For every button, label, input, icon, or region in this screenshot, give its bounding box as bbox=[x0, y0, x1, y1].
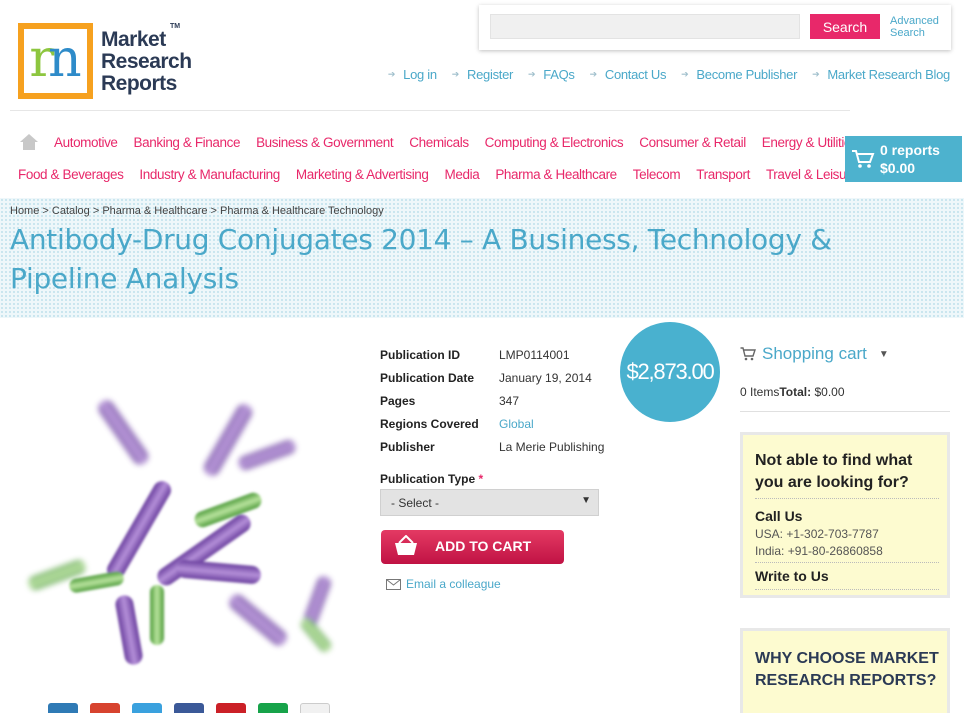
top-links: ➔ Log in ➔ Register ➔ FAQs ➔ Contact Us ➔ Bec… bbox=[388, 67, 950, 82]
usa-phone: USA: +1-302-703-7787 bbox=[755, 527, 879, 541]
nav-business-government[interactable]: Business & Government bbox=[256, 135, 394, 150]
add-to-cart-button[interactable]: ADD TO CART bbox=[381, 530, 564, 564]
category-nav-row-2: Food & Beverages Industry & Manufacturin… bbox=[18, 167, 858, 182]
nav-banking-finance[interactable]: Banking & Finance bbox=[134, 135, 241, 150]
social-share-bar bbox=[48, 703, 330, 713]
why-choose-box: WHY CHOOSE MARKET RESEARCH REPORTS? bbox=[740, 628, 950, 713]
detail-row: Pages 347 bbox=[380, 394, 520, 408]
site-logo[interactable]: rn Market Research Reports TM bbox=[18, 23, 198, 103]
nav-chemicals[interactable]: Chemicals bbox=[409, 135, 469, 150]
gplus-button-icon[interactable] bbox=[300, 703, 330, 713]
search-box: Search Advanced Search bbox=[479, 5, 951, 50]
linkedin-icon[interactable] bbox=[48, 703, 78, 713]
breadcrumb[interactable]: Home > Catalog > Pharma & Healthcare > P… bbox=[10, 205, 384, 217]
become-publisher-link[interactable]: ➔ Become Publisher bbox=[681, 67, 797, 82]
arrow-icon: ➔ bbox=[387, 69, 396, 79]
cart-total: $0.00 bbox=[880, 160, 916, 176]
nav-consumer-retail[interactable]: Consumer & Retail bbox=[639, 135, 746, 150]
advanced-search-link[interactable]: Advanced Search bbox=[890, 15, 946, 39]
nav-food-beverages[interactable]: Food & Beverages bbox=[18, 167, 124, 182]
publication-type-label: Publication Type * bbox=[380, 472, 484, 486]
india-phone: India: +91-80-26860858 bbox=[755, 544, 883, 558]
nav-automotive[interactable]: Automotive bbox=[54, 135, 118, 150]
arrow-icon: ➔ bbox=[589, 69, 598, 79]
pinterest-icon[interactable] bbox=[216, 703, 246, 713]
detail-row: Regions Covered Global bbox=[380, 413, 604, 436]
nav-pharma-healthcare[interactable]: Pharma & Healthcare bbox=[495, 167, 617, 182]
header-cart-button[interactable]: 0 reports $0.00 bbox=[845, 136, 962, 182]
product-details: Publication ID LMP0114001 Publication Dat… bbox=[380, 344, 604, 459]
help-question: Not able to find what you are looking fo… bbox=[755, 452, 913, 491]
detail-row: Publication Date January 19, 2014 bbox=[380, 371, 592, 385]
email-colleague-link[interactable]: Email a colleague bbox=[386, 577, 501, 591]
chevron-down-icon: ▼ bbox=[878, 348, 889, 360]
home-icon[interactable] bbox=[19, 133, 39, 151]
logo-text: Market Research Reports bbox=[101, 28, 192, 95]
google-plus-icon[interactable] bbox=[90, 703, 120, 713]
detail-row: Publisher La Merie Publishing bbox=[380, 440, 605, 454]
login-link[interactable]: ➔ Log in bbox=[388, 67, 437, 82]
search-input[interactable] bbox=[490, 14, 800, 39]
shopping-cart-toggle[interactable]: Shopping cart ▼ bbox=[740, 344, 889, 364]
sidebar-divider bbox=[740, 411, 950, 412]
arrow-icon: ➔ bbox=[812, 69, 820, 79]
cart-icon bbox=[740, 347, 756, 361]
nav-marketing-advertising[interactable]: Marketing & Advertising bbox=[296, 167, 429, 182]
nav-telecom[interactable]: Telecom bbox=[633, 167, 681, 182]
product-image bbox=[28, 400, 331, 665]
nav-travel-leisure[interactable]: Travel & Leisure bbox=[766, 167, 858, 182]
basket-icon bbox=[395, 535, 417, 555]
header-divider bbox=[10, 110, 850, 111]
write-to-us-link[interactable]: Write to Us bbox=[755, 568, 829, 584]
help-box: Not able to find what you are looking fo… bbox=[740, 432, 950, 598]
price-badge: $2,873.00 bbox=[620, 322, 720, 422]
nav-industry-manufacturing[interactable]: Industry & Manufacturing bbox=[139, 167, 280, 182]
trademark: TM bbox=[170, 23, 181, 30]
nav-transport[interactable]: Transport bbox=[696, 167, 750, 182]
envelope-icon bbox=[386, 578, 401, 590]
faqs-link[interactable]: ➔ FAQs bbox=[528, 67, 575, 82]
detail-row: Publication ID LMP0114001 bbox=[380, 348, 570, 362]
nav-energy-utilities[interactable]: Energy & Utilities bbox=[762, 135, 858, 150]
arrow-icon: ➔ bbox=[528, 69, 536, 79]
blog-link[interactable]: ➔ Market Research Blog bbox=[812, 67, 950, 82]
logo-mark: rn bbox=[18, 23, 93, 99]
twitter-icon[interactable] bbox=[132, 703, 162, 713]
chevron-down-icon: ▼ bbox=[581, 495, 591, 506]
register-link[interactable]: ➔ Register bbox=[451, 67, 514, 82]
page-title: Antibody-Drug Conjugates 2014 – A Busine… bbox=[10, 223, 832, 295]
arrow-icon: ➔ bbox=[451, 69, 460, 79]
facebook-icon[interactable] bbox=[174, 703, 204, 713]
contact-link[interactable]: ➔ Contact Us bbox=[590, 67, 667, 82]
cart-summary: 0 ItemsTotal: $0.00 bbox=[740, 385, 845, 399]
why-choose-title: WHY CHOOSE MARKET RESEARCH REPORTS? bbox=[755, 650, 939, 689]
cart-report-count: 0 reports bbox=[880, 142, 940, 158]
call-us-heading: Call Us bbox=[755, 508, 803, 524]
search-button[interactable]: Search bbox=[810, 14, 880, 39]
nav-computing-electronics[interactable]: Computing & Electronics bbox=[485, 135, 624, 150]
share-icon[interactable] bbox=[258, 703, 288, 713]
arrow-icon: ➔ bbox=[681, 69, 689, 79]
category-nav-row-1: Automotive Banking & Finance Business & … bbox=[54, 135, 858, 150]
regions-link[interactable]: Global bbox=[499, 413, 534, 436]
cart-icon bbox=[852, 150, 875, 168]
publication-type-select[interactable]: - Select - ▼ bbox=[380, 489, 599, 516]
nav-media[interactable]: Media bbox=[445, 167, 480, 182]
